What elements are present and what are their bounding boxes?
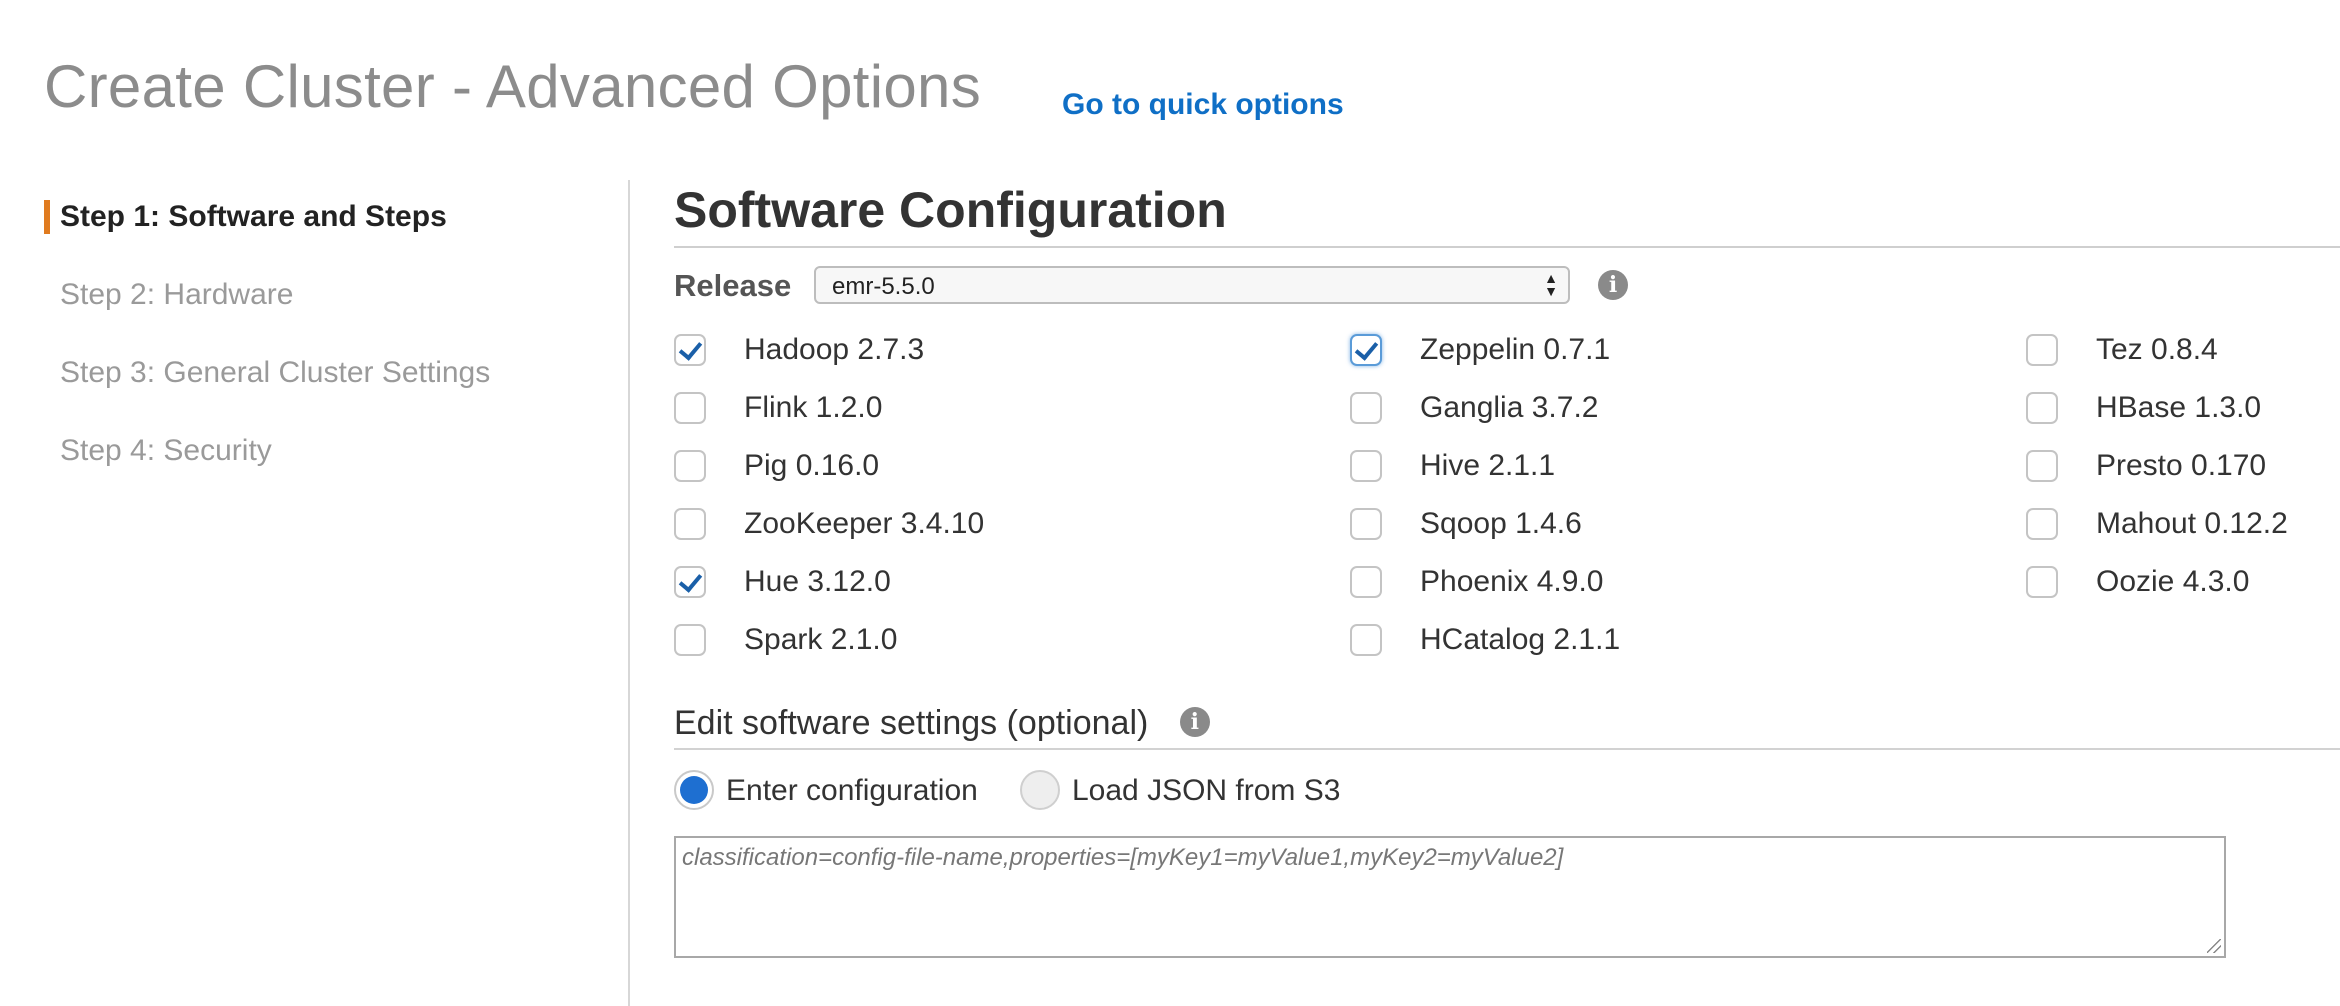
oozie-checkbox[interactable] — [2026, 566, 2058, 598]
pig-label[interactable]: Pig 0.16.0 — [744, 449, 879, 483]
info-icon[interactable]: i — [1598, 270, 1628, 300]
app-option-pig[interactable]: Pig 0.16.0 — [674, 446, 879, 486]
app-option-ganglia[interactable]: Ganglia 3.7.2 — [1350, 388, 1598, 428]
app-option-oozie[interactable]: Oozie 4.3.0 — [2026, 562, 2249, 602]
sidebar-item-step-2[interactable]: Step 2: Hardware — [44, 274, 604, 316]
app-option-hbase[interactable]: HBase 1.3.0 — [2026, 388, 2261, 428]
edit-settings-heading: Edit software settings (optional) i — [674, 702, 2340, 750]
release-select-value: emr-5.5.0 — [832, 273, 935, 300]
steps-sidebar: Step 1: Software and Steps Step 2: Hardw… — [44, 196, 604, 508]
spark-label[interactable]: Spark 2.1.0 — [744, 623, 897, 657]
hue-checkbox[interactable] — [674, 566, 706, 598]
zeppelin-checkbox[interactable] — [1350, 334, 1382, 366]
release-row: Release emr-5.5.0 ▲ ▼ i — [674, 266, 1674, 310]
spark-checkbox[interactable] — [674, 624, 706, 656]
flink-checkbox[interactable] — [674, 392, 706, 424]
load-json-from-s3-label[interactable]: Load JSON from S3 — [1072, 774, 1340, 808]
checkmark-icon — [678, 336, 703, 361]
resize-handle-icon[interactable] — [2207, 939, 2221, 953]
app-option-tez[interactable]: Tez 0.8.4 — [2026, 330, 2218, 370]
mahout-label[interactable]: Mahout 0.12.2 — [2096, 507, 2288, 541]
edit-settings-title: Edit software settings (optional) — [674, 704, 1149, 742]
select-arrows-icon: ▲ ▼ — [1544, 270, 1558, 299]
zookeeper-checkbox[interactable] — [674, 508, 706, 540]
app-option-sqoop[interactable]: Sqoop 1.4.6 — [1350, 504, 1582, 544]
pig-checkbox[interactable] — [674, 450, 706, 482]
go-to-quick-options-link[interactable]: Go to quick options — [1062, 88, 1344, 122]
phoenix-checkbox[interactable] — [1350, 566, 1382, 598]
checkmark-icon — [678, 568, 703, 593]
enter-configuration-label[interactable]: Enter configuration — [726, 774, 978, 808]
flink-label[interactable]: Flink 1.2.0 — [744, 391, 882, 425]
mahout-checkbox[interactable] — [2026, 508, 2058, 540]
main-panel: Software Configuration Release emr-5.5.0… — [674, 180, 2340, 958]
tez-label[interactable]: Tez 0.8.4 — [2096, 333, 2218, 367]
app-option-spark[interactable]: Spark 2.1.0 — [674, 620, 897, 660]
presto-checkbox[interactable] — [2026, 450, 2058, 482]
info-icon[interactable]: i — [1179, 707, 1210, 738]
release-select[interactable]: emr-5.5.0 ▲ ▼ — [814, 266, 1570, 304]
hcatalog-label[interactable]: HCatalog 2.1.1 — [1420, 623, 1620, 657]
app-option-hive[interactable]: Hive 2.1.1 — [1350, 446, 1555, 486]
section-title: Software Configuration — [674, 180, 2340, 248]
sidebar-item-step-4[interactable]: Step 4: Security — [44, 430, 604, 472]
hbase-checkbox[interactable] — [2026, 392, 2058, 424]
vertical-divider — [628, 180, 630, 1006]
applications-grid: Hadoop 2.7.3 Flink 1.2.0 Pig 0.16.0 ZooKeep… — [674, 330, 2340, 690]
phoenix-label[interactable]: Phoenix 4.9.0 — [1420, 565, 1603, 599]
app-option-phoenix[interactable]: Phoenix 4.9.0 — [1350, 562, 1603, 602]
load-json-from-s3-radio[interactable] — [1020, 770, 1060, 810]
sidebar-item-step-3[interactable]: Step 3: General Cluster Settings — [44, 352, 604, 394]
release-label: Release — [674, 268, 792, 303]
app-option-hue[interactable]: Hue 3.12.0 — [674, 562, 891, 602]
oozie-label[interactable]: Oozie 4.3.0 — [2096, 565, 2249, 599]
hbase-label[interactable]: HBase 1.3.0 — [2096, 391, 2261, 425]
presto-label[interactable]: Presto 0.170 — [2096, 449, 2266, 483]
app-option-presto[interactable]: Presto 0.170 — [2026, 446, 2266, 486]
hive-label[interactable]: Hive 2.1.1 — [1420, 449, 1555, 483]
hcatalog-checkbox[interactable] — [1350, 624, 1382, 656]
page-title: Create Cluster - Advanced Options — [44, 53, 982, 120]
configuration-textarea[interactable]: classification=config-file-name,properti… — [674, 836, 2226, 958]
app-option-flink[interactable]: Flink 1.2.0 — [674, 388, 882, 428]
tez-checkbox[interactable] — [2026, 334, 2058, 366]
app-option-zookeeper[interactable]: ZooKeeper 3.4.10 — [674, 504, 984, 544]
checkmark-icon — [1354, 336, 1379, 361]
app-option-zeppelin[interactable]: Zeppelin 0.7.1 — [1350, 330, 1610, 370]
zeppelin-label[interactable]: Zeppelin 0.7.1 — [1420, 333, 1610, 367]
sidebar-item-step-1[interactable]: Step 1: Software and Steps — [44, 196, 604, 238]
configuration-placeholder: classification=config-file-name,properti… — [682, 844, 1564, 871]
app-option-mahout[interactable]: Mahout 0.12.2 — [2026, 504, 2288, 544]
app-option-hadoop[interactable]: Hadoop 2.7.3 — [674, 330, 924, 370]
enter-configuration-radio[interactable] — [674, 770, 714, 810]
sqoop-label[interactable]: Sqoop 1.4.6 — [1420, 507, 1582, 541]
ganglia-checkbox[interactable] — [1350, 392, 1382, 424]
ganglia-label[interactable]: Ganglia 3.7.2 — [1420, 391, 1598, 425]
hive-checkbox[interactable] — [1350, 450, 1382, 482]
hue-label[interactable]: Hue 3.12.0 — [744, 565, 891, 599]
hadoop-label[interactable]: Hadoop 2.7.3 — [744, 333, 924, 367]
app-option-hcatalog[interactable]: HCatalog 2.1.1 — [1350, 620, 1620, 660]
sqoop-checkbox[interactable] — [1350, 508, 1382, 540]
zookeeper-label[interactable]: ZooKeeper 3.4.10 — [744, 507, 984, 541]
hadoop-checkbox[interactable] — [674, 334, 706, 366]
